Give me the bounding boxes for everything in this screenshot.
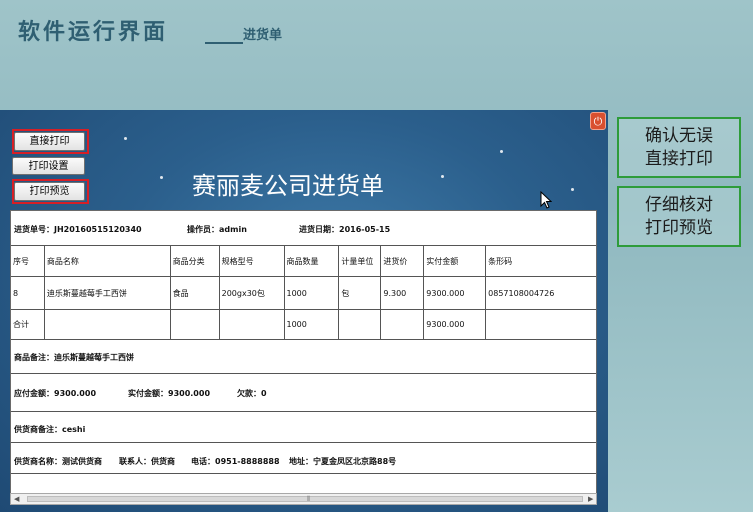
close-button[interactable]: ⏻ [590, 112, 606, 130]
product-note-value: 迪乐斯蔓越莓手工西饼 [54, 353, 134, 362]
mouse-cursor-icon [540, 191, 552, 209]
paid-value: 9300.000 [168, 389, 211, 398]
table-cell [169, 309, 220, 340]
debt-value: 0 [261, 389, 267, 398]
column-header: 实付金额 [423, 245, 487, 277]
print-settings-button[interactable]: 打印设置 [12, 157, 85, 175]
scroll-left-icon[interactable]: ◀ [14, 495, 19, 503]
table-cell [485, 309, 596, 340]
contact-value: 供货商 [151, 457, 175, 466]
column-header: 商品分类 [169, 245, 220, 277]
supplier-note: 供货商备注：ceshi [14, 424, 85, 435]
table-header-row: 序号 商品名称 商品分类 规格型号 商品数量 计量单位 进货价 实付金额 条形码 [11, 245, 596, 277]
column-header: 计量单位 [338, 245, 382, 277]
print-preview-button[interactable]: 打印预览 [14, 182, 85, 201]
payable-info: 应付金额：9300.000 [14, 388, 96, 399]
order-header: 进货单号：JH20160515120340 [14, 224, 142, 235]
slide-subtitle: 进货单 [243, 28, 283, 43]
items-table: 序号 商品名称 商品分类 规格型号 商品数量 计量单位 进货价 实付金额 条形码… [11, 245, 596, 340]
slide-title: 软件运行界面 [18, 19, 169, 45]
date-value: 2016-05-15 [339, 225, 391, 234]
debt-label: 欠款： [237, 389, 261, 398]
column-header: 进货价 [380, 245, 425, 277]
table-cell [218, 309, 285, 340]
table-cell: 0857108004726 [485, 276, 596, 310]
table-cell: 1000 [283, 276, 340, 310]
supplier-name-label: 供货商名称： [14, 457, 62, 466]
callout-line: 确认无误 [645, 126, 713, 146]
date-label: 进货日期： [299, 225, 339, 234]
callout-line: 直接打印 [645, 149, 713, 169]
table-row: 8 迪乐斯蔓越莓手工西饼 食品 200gx30包 1000 包 9.300 93… [11, 276, 596, 310]
contact-label: 联系人： [119, 457, 151, 466]
divider [11, 373, 596, 374]
sparkle-dot [441, 175, 444, 178]
table-cell: 食品 [169, 276, 220, 310]
sparkle-dot [160, 176, 163, 179]
sparkle-dot [571, 188, 574, 191]
callout-preview: 仔细核对 打印预览 [617, 186, 741, 247]
sparkle-dot [500, 150, 503, 153]
total-amount: 9300.000 [423, 309, 487, 340]
operator-label: 操作员： [187, 225, 219, 234]
payable-value: 9300.000 [54, 389, 97, 398]
table-cell: 9.300 [380, 276, 425, 310]
address-info: 地址：宁夏金凤区北京路88号 [289, 456, 396, 467]
divider [11, 473, 596, 474]
column-header: 商品名称 [43, 245, 171, 277]
operator-value: admin [219, 225, 247, 234]
address-value: 宁夏金凤区北京路88号 [313, 457, 397, 466]
table-cell: 包 [338, 276, 382, 310]
scroll-thumb[interactable] [27, 496, 583, 502]
operator-info: 操作员：admin [187, 224, 247, 235]
paid-info: 实付金额：9300.000 [128, 388, 210, 399]
contact-info: 联系人：供货商 [119, 456, 175, 467]
total-quantity: 1000 [283, 309, 340, 340]
order-no-label: 进货单号： [14, 225, 54, 234]
payable-label: 应付金额： [14, 389, 54, 398]
table-cell: 8 [11, 276, 45, 310]
supplier-note-label: 供货商备注： [14, 425, 62, 434]
document-preview: 进货单号：JH20160515120340 操作员：admin 进货日期：201… [10, 210, 597, 494]
debt-info: 欠款：0 [237, 388, 267, 399]
supplier-note-value: ceshi [62, 425, 86, 434]
divider [11, 442, 596, 443]
product-note: 商品备注：迪乐斯蔓越莓手工西饼 [14, 352, 134, 363]
paid-label: 实付金额： [128, 389, 168, 398]
horizontal-scrollbar[interactable]: ◀ ⦀ ▶ [10, 493, 597, 505]
callout-line: 打印预览 [645, 218, 713, 238]
callout-direct-print: 确认无误 直接打印 [617, 117, 741, 178]
phone-label: 电话： [191, 457, 215, 466]
table-cell: 9300.000 [423, 276, 487, 310]
supplier-name-info: 供货商名称：测试供货商 [14, 456, 102, 467]
print-direct-button[interactable]: 直接打印 [14, 132, 85, 151]
sparkle-dot [124, 137, 127, 140]
phone-value: 0951-8888888 [215, 457, 280, 466]
column-header: 条形码 [485, 245, 596, 277]
callout-line: 仔细核对 [645, 195, 713, 215]
scroll-right-icon[interactable]: ▶ [588, 495, 593, 503]
product-note-label: 商品备注： [14, 353, 54, 362]
scroll-grip-icon: ⦀ [307, 495, 311, 503]
table-cell [43, 309, 171, 340]
phone-info: 电话：0951-8888888 [191, 456, 280, 467]
table-cell: 迪乐斯蔓越莓手工西饼 [43, 276, 171, 310]
divider [11, 411, 596, 412]
title-underline [205, 42, 243, 44]
column-header: 规格型号 [218, 245, 285, 277]
table-cell [380, 309, 425, 340]
table-cell [338, 309, 382, 340]
power-icon: ⏻ [593, 115, 603, 128]
column-header: 商品数量 [283, 245, 340, 277]
total-label: 合计 [11, 309, 45, 340]
supplier-name-value: 测试供货商 [62, 457, 102, 466]
document-title: 赛丽麦公司进货单 [192, 172, 384, 200]
column-header: 序号 [11, 245, 45, 277]
date-info: 进货日期：2016-05-15 [299, 224, 390, 235]
table-cell: 200gx30包 [218, 276, 285, 310]
total-row: 合计 1000 9300.000 [11, 309, 596, 340]
order-no: JH20160515120340 [54, 225, 142, 234]
address-label: 地址： [289, 457, 313, 466]
